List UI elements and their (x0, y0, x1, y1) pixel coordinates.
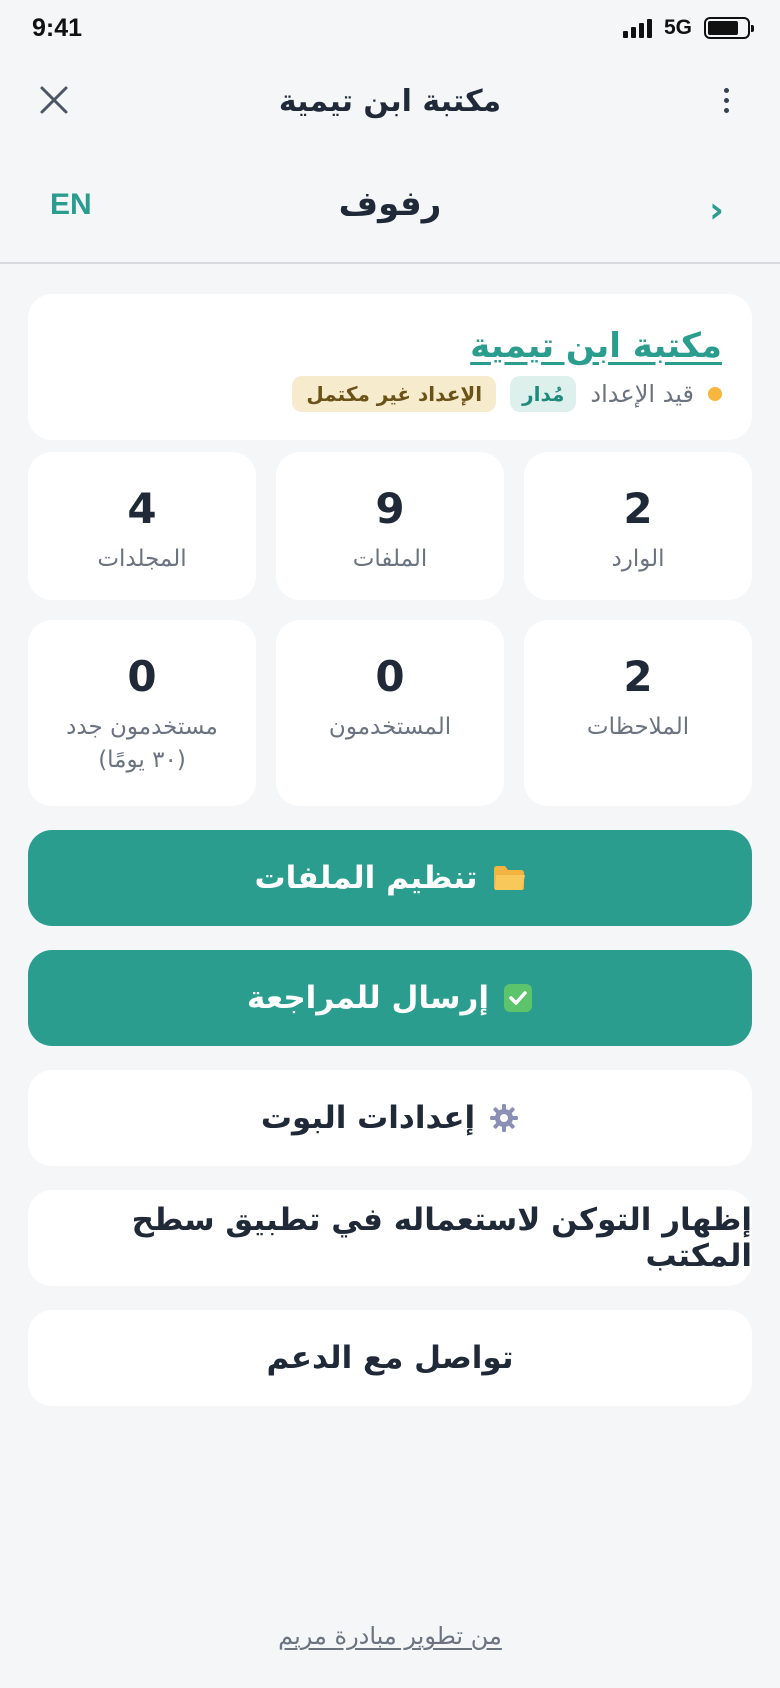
stat-value: 9 (375, 484, 405, 533)
stat-label: الملاحظات (586, 714, 690, 740)
folder-icon (492, 864, 526, 892)
network-type: 5G (663, 16, 692, 39)
setup-incomplete-badge: الإعداد غير مكتمل (292, 376, 497, 412)
section-header: EN رفوف › (0, 146, 780, 264)
submit-review-button[interactable]: إرسال للمراجعة (28, 950, 752, 1046)
close-icon (40, 86, 68, 114)
organize-files-button[interactable]: تنظيم الملفات (28, 830, 752, 926)
gear-icon (489, 1103, 519, 1133)
stat-value: 2 (623, 652, 653, 701)
more-menu-button[interactable] (716, 82, 736, 118)
stat-folders[interactable]: 4 المجلدات (28, 452, 256, 600)
show-token-label: إظهار التوكن لاستعماله في تطبيق سطح المك… (131, 1202, 752, 1274)
language-toggle[interactable]: EN (50, 188, 92, 222)
section-title: رفوف (338, 184, 442, 224)
bot-settings-button[interactable]: إعدادات البوت (28, 1070, 752, 1166)
page-title: مكتبة ابن تيمية (278, 83, 502, 119)
status-time: 9:41 (32, 13, 83, 42)
chevron-right-icon[interactable]: › (709, 190, 724, 231)
stat-new-users[interactable]: 0 مستخدمون جدد (٣٠ يومًا) (28, 620, 256, 806)
stat-inbox[interactable]: 2 الوارد (524, 452, 752, 600)
organize-files-label: تنظيم الملفات (254, 860, 478, 896)
app-header: مكتبة ابن تيمية (0, 56, 780, 146)
contact-support-button[interactable]: تواصل مع الدعم (28, 1310, 752, 1406)
stat-label: الوارد (611, 546, 665, 572)
close-button[interactable] (36, 82, 72, 118)
status-dot-icon (708, 387, 722, 401)
stat-files[interactable]: 9 الملفات (276, 452, 504, 600)
library-name-link[interactable]: مكتبة ابن تيمية (470, 326, 722, 366)
stat-value: 2 (623, 484, 653, 533)
stat-users[interactable]: 0 المستخدمون (276, 620, 504, 806)
stat-value: 0 (375, 652, 405, 701)
show-token-button[interactable]: إظهار التوكن لاستعماله في تطبيق سطح المك… (28, 1190, 752, 1286)
status-indicators: 5G (622, 16, 754, 40)
more-vertical-icon (723, 87, 729, 93)
stat-value: 0 (127, 652, 157, 701)
battery-icon (704, 17, 754, 39)
stat-label: الملفات (352, 546, 428, 572)
contact-support-label: تواصل مع الدعم (266, 1340, 514, 1376)
status-bar: 9:41 5G (0, 0, 780, 56)
managed-badge: مُدار (510, 376, 577, 412)
library-card: مكتبة ابن تيمية قيد الإعداد مُدار الإعدا… (28, 294, 752, 440)
bot-settings-label: إعدادات البوت (260, 1100, 476, 1136)
library-meta: قيد الإعداد مُدار الإعداد غير مكتمل (58, 376, 722, 412)
stat-notes[interactable]: 2 الملاحظات (524, 620, 752, 806)
stat-value: 4 (127, 484, 157, 533)
app-screen: 9:41 5G مكتبة ابن تيمية EN رفوف › مكتبة … (0, 0, 780, 1688)
stat-label: المستخدمون (328, 714, 452, 740)
stat-label: مستخدمون جدد (٣٠ يومًا) (66, 714, 218, 774)
signal-icon (622, 18, 652, 38)
submit-review-label: إرسال للمراجعة (247, 980, 489, 1016)
library-status: قيد الإعداد (590, 380, 694, 408)
developer-credit-link[interactable]: من تطوير مبادرة مريم (0, 1622, 780, 1650)
check-icon (503, 983, 533, 1013)
stat-label: المجلدات (97, 546, 187, 572)
